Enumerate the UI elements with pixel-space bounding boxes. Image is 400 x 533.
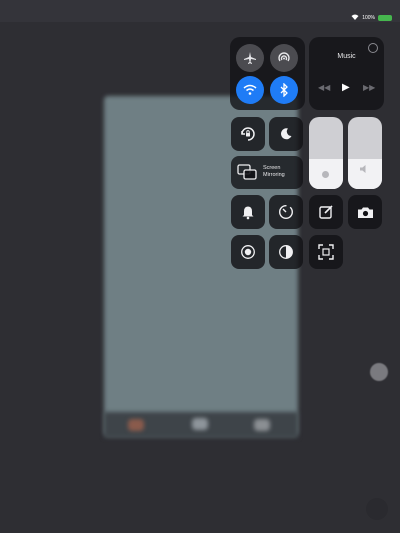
notes-button[interactable] — [309, 195, 343, 229]
bell-icon — [242, 206, 254, 219]
wifi-status-icon — [351, 14, 359, 22]
screen-mirroring-label: Screen Mirroring — [263, 165, 285, 178]
battery-icon — [378, 15, 392, 21]
bluetooth-icon — [280, 83, 288, 97]
airplane-mode-button[interactable] — [236, 44, 264, 72]
music-title: Music — [337, 53, 356, 60]
timer-button[interactable] — [269, 195, 303, 229]
wifi-button[interactable] — [236, 76, 264, 104]
play-icon: ▶ — [342, 82, 350, 93]
code-scanner-button[interactable] — [309, 235, 343, 269]
assistive-touch-button[interactable] — [370, 363, 388, 381]
previous-track-button[interactable]: ◀◀ — [318, 83, 330, 92]
screen-mirroring-button[interactable]: Screen Mirroring — [231, 156, 303, 189]
airdrop-button[interactable] — [270, 44, 298, 72]
screen-mirroring-icon — [237, 164, 257, 180]
music-module[interactable]: Music ◀◀ ▶ ▶▶ — [309, 37, 384, 110]
camera-button[interactable] — [348, 195, 382, 229]
rotation-lock-button[interactable] — [231, 117, 265, 151]
status-bar: 100% — [351, 14, 392, 22]
airdrop-icon — [278, 52, 290, 62]
wifi-icon — [243, 84, 257, 95]
record-icon — [241, 245, 255, 259]
rotation-lock-icon — [241, 127, 255, 141]
screen-record-button[interactable] — [231, 235, 265, 269]
app-preview — [104, 96, 298, 436]
backward-icon: ◀◀ — [318, 83, 331, 92]
note-icon — [319, 205, 333, 219]
timer-icon — [278, 204, 294, 220]
speaker-icon — [360, 160, 370, 178]
assistive-touch-button-secondary[interactable] — [366, 498, 388, 520]
dock-app-icon — [192, 418, 208, 430]
dark-mode-icon — [279, 245, 293, 259]
airplay-icon[interactable] — [368, 43, 378, 53]
scan-icon — [318, 244, 334, 260]
dark-mode-button[interactable] — [269, 235, 303, 269]
next-track-button[interactable]: ▶▶ — [363, 83, 375, 92]
bluetooth-button[interactable] — [270, 76, 298, 104]
play-button[interactable]: ▶ — [342, 82, 350, 93]
silent-mode-button[interactable] — [231, 195, 265, 229]
dock-app-icon — [128, 419, 144, 431]
do-not-disturb-button[interactable] — [269, 117, 303, 151]
sun-icon — [322, 171, 329, 178]
dock-app-icon — [254, 419, 270, 431]
forward-icon: ▶▶ — [363, 83, 376, 92]
airplane-icon — [244, 52, 256, 64]
moon-icon — [280, 128, 292, 140]
volume-slider[interactable] — [348, 117, 382, 189]
brightness-slider[interactable] — [309, 117, 343, 189]
connectivity-module — [230, 37, 305, 110]
background-top-bar — [0, 0, 400, 22]
battery-percentage: 100% — [362, 15, 375, 21]
camera-icon — [357, 207, 373, 218]
